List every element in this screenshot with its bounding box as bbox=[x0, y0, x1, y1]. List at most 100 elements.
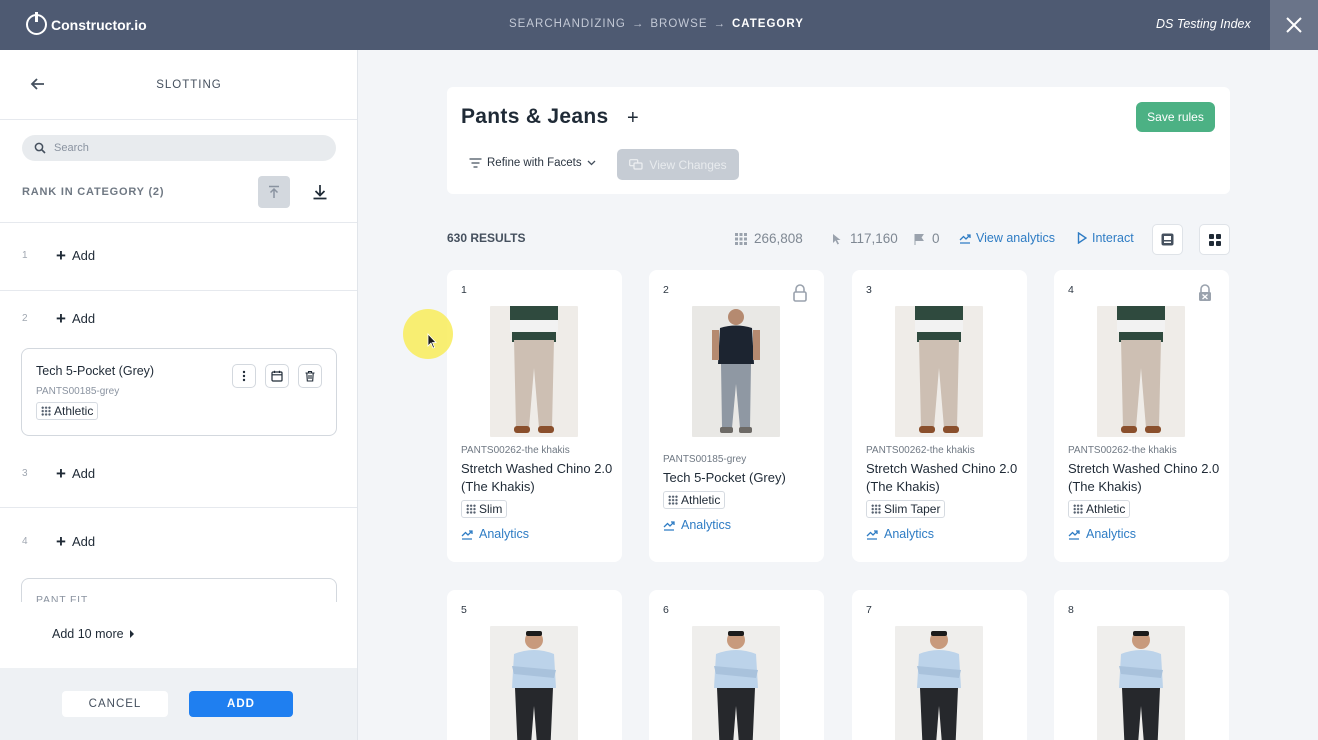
slot-4-add-button[interactable]: + Add bbox=[56, 533, 95, 550]
fit-chip: Slim Taper bbox=[866, 500, 946, 518]
plus-icon: + bbox=[56, 464, 66, 483]
flag-icon bbox=[914, 233, 924, 245]
product-card[interactable]: 8 bbox=[1054, 590, 1229, 740]
product-card[interactable]: 3 PANTS00262-the khakis Stretch Washed Chi… bbox=[852, 270, 1027, 562]
fit-chip: Athletic bbox=[663, 491, 726, 509]
pant-fit-rule-card[interactable]: PANT FIT bbox=[21, 578, 337, 602]
product-image bbox=[1097, 306, 1185, 437]
fit-label: Athletic bbox=[681, 493, 721, 507]
product-rank: 1 bbox=[461, 284, 467, 296]
product-analytics-link[interactable]: Analytics bbox=[461, 527, 529, 541]
pinned-item-card[interactable]: Tech 5-Pocket (Grey) PANTS00185-grey Ath… bbox=[21, 348, 337, 436]
product-card[interactable]: 7 bbox=[852, 590, 1027, 740]
product-image bbox=[1097, 626, 1185, 740]
search-input[interactable] bbox=[54, 140, 314, 156]
slotting-sidebar: SLOTTING RANK IN CATEGORY (2) 1 + Add 2 … bbox=[0, 50, 358, 740]
sidebar-header: SLOTTING bbox=[0, 50, 357, 120]
analytics-label: Analytics bbox=[884, 527, 935, 541]
analytics-label: Analytics bbox=[1086, 527, 1137, 541]
index-name[interactable]: DS Testing Index bbox=[1156, 17, 1251, 31]
kebab-menu-icon bbox=[242, 370, 246, 382]
page-title: Pants & Jeans bbox=[461, 105, 609, 128]
add-label: Add bbox=[71, 248, 96, 263]
cancel-button[interactable]: CANCEL bbox=[62, 691, 168, 717]
logo[interactable]: Constructor.io bbox=[26, 12, 147, 35]
analytics-icon bbox=[959, 234, 971, 244]
delete-button[interactable] bbox=[298, 364, 322, 388]
breadcrumb-searchandizing[interactable]: SEARCHANDIZING bbox=[509, 18, 626, 30]
mouse-pointer-icon bbox=[427, 333, 437, 349]
close-button[interactable] bbox=[1270, 0, 1318, 50]
sidebar-footer: CANCEL ADD bbox=[0, 668, 357, 740]
interact-link[interactable]: Interact bbox=[1077, 231, 1134, 245]
product-sku: PANTS00185-grey bbox=[663, 454, 747, 465]
fit-chip: Athletic bbox=[36, 402, 99, 420]
plus-icon: + bbox=[56, 309, 66, 328]
save-rules-button[interactable]: Save rules bbox=[1136, 102, 1215, 132]
items-stat: 266,808 bbox=[735, 231, 803, 246]
plus-icon: + bbox=[56, 246, 66, 265]
play-icon bbox=[1077, 232, 1087, 244]
product-card[interactable]: 1 PANTS00262-the khakis Stretch Washed Chi… bbox=[447, 270, 622, 562]
add-button[interactable]: ADD bbox=[189, 691, 293, 717]
schedule-button[interactable] bbox=[265, 364, 289, 388]
product-sku: PANTS00262-the khakis bbox=[866, 445, 975, 456]
product-analytics-link[interactable]: Analytics bbox=[866, 527, 934, 541]
cursor-click-icon bbox=[833, 233, 841, 244]
product-card[interactable]: 5 bbox=[447, 590, 622, 740]
clicks-stat: 117,160 bbox=[831, 231, 898, 246]
product-title: Stretch Washed Chino 2.0 (The Khakis) bbox=[461, 461, 613, 494]
fit-chip: Slim bbox=[461, 500, 508, 518]
items-stat-value: 266,808 bbox=[754, 231, 803, 246]
slot-3-add-button[interactable]: + Add bbox=[56, 465, 95, 482]
add-label: Add bbox=[71, 466, 96, 481]
add-rule-button[interactable]: + bbox=[627, 107, 639, 130]
unlock-icon[interactable] bbox=[1197, 284, 1213, 302]
slot-number: 1 bbox=[22, 250, 28, 261]
pinned-item-name: Tech 5-Pocket (Grey) bbox=[36, 364, 155, 378]
product-rank: 2 bbox=[663, 284, 669, 296]
breadcrumb: SEARCHANDIZING → BROWSE → CATEGORY bbox=[509, 18, 804, 30]
product-card[interactable]: 6 bbox=[649, 590, 824, 740]
move-to-top-button[interactable] bbox=[258, 176, 290, 208]
category-header: Pants & Jeans + Save rules Refine with F… bbox=[447, 87, 1230, 194]
download-icon[interactable] bbox=[310, 182, 330, 202]
slot-number: 2 bbox=[22, 313, 28, 324]
product-analytics-link[interactable]: Analytics bbox=[663, 518, 731, 532]
chevron-down-icon bbox=[587, 160, 596, 166]
close-icon bbox=[1286, 17, 1302, 33]
breadcrumb-browse[interactable]: BROWSE bbox=[650, 18, 707, 30]
view-changes-button[interactable]: View Changes bbox=[617, 149, 739, 180]
grid-dots-icon bbox=[466, 504, 476, 514]
list-view-toggle[interactable] bbox=[1152, 224, 1183, 255]
grid-view-toggle[interactable] bbox=[1199, 224, 1230, 255]
slot-2-add-button[interactable]: + Add bbox=[56, 310, 95, 327]
breadcrumb-separator: → bbox=[713, 18, 726, 30]
filter-icon bbox=[469, 158, 482, 168]
product-rank: 4 bbox=[1068, 284, 1074, 296]
breadcrumb-category: CATEGORY bbox=[732, 18, 804, 30]
top-bar: Constructor.io SEARCHANDIZING → BROWSE →… bbox=[0, 0, 1318, 50]
product-sku: PANTS00262-the khakis bbox=[1068, 445, 1177, 456]
refine-with-facets-dropdown[interactable]: Refine with Facets bbox=[469, 157, 596, 169]
product-card[interactable]: 2 PANTS00185-grey Tech 5-Pocket (Grey) Athl… bbox=[649, 270, 824, 562]
analytics-icon bbox=[866, 530, 878, 540]
slot-number: 3 bbox=[22, 468, 28, 479]
divider bbox=[0, 290, 357, 291]
view-analytics-link[interactable]: View analytics bbox=[959, 231, 1055, 245]
more-options-button[interactable] bbox=[232, 364, 256, 388]
lock-icon[interactable] bbox=[792, 284, 808, 302]
product-rank: 6 bbox=[663, 604, 669, 616]
product-image bbox=[692, 306, 780, 437]
compare-icon bbox=[629, 159, 644, 170]
analytics-icon bbox=[663, 521, 675, 531]
product-image bbox=[895, 306, 983, 437]
logo-text: Constructor.io bbox=[51, 16, 147, 33]
product-card[interactable]: 4 PANTS00262-the khakis Stretch Washed Chi… bbox=[1054, 270, 1229, 562]
product-rank: 7 bbox=[866, 604, 872, 616]
add-more-button[interactable]: Add 10 more bbox=[52, 627, 134, 641]
clicks-stat-value: 117,160 bbox=[850, 231, 898, 246]
product-analytics-link[interactable]: Analytics bbox=[1068, 527, 1136, 541]
slot-1-add-button[interactable]: + Add bbox=[56, 247, 95, 264]
sidebar-title: SLOTTING bbox=[156, 79, 222, 91]
